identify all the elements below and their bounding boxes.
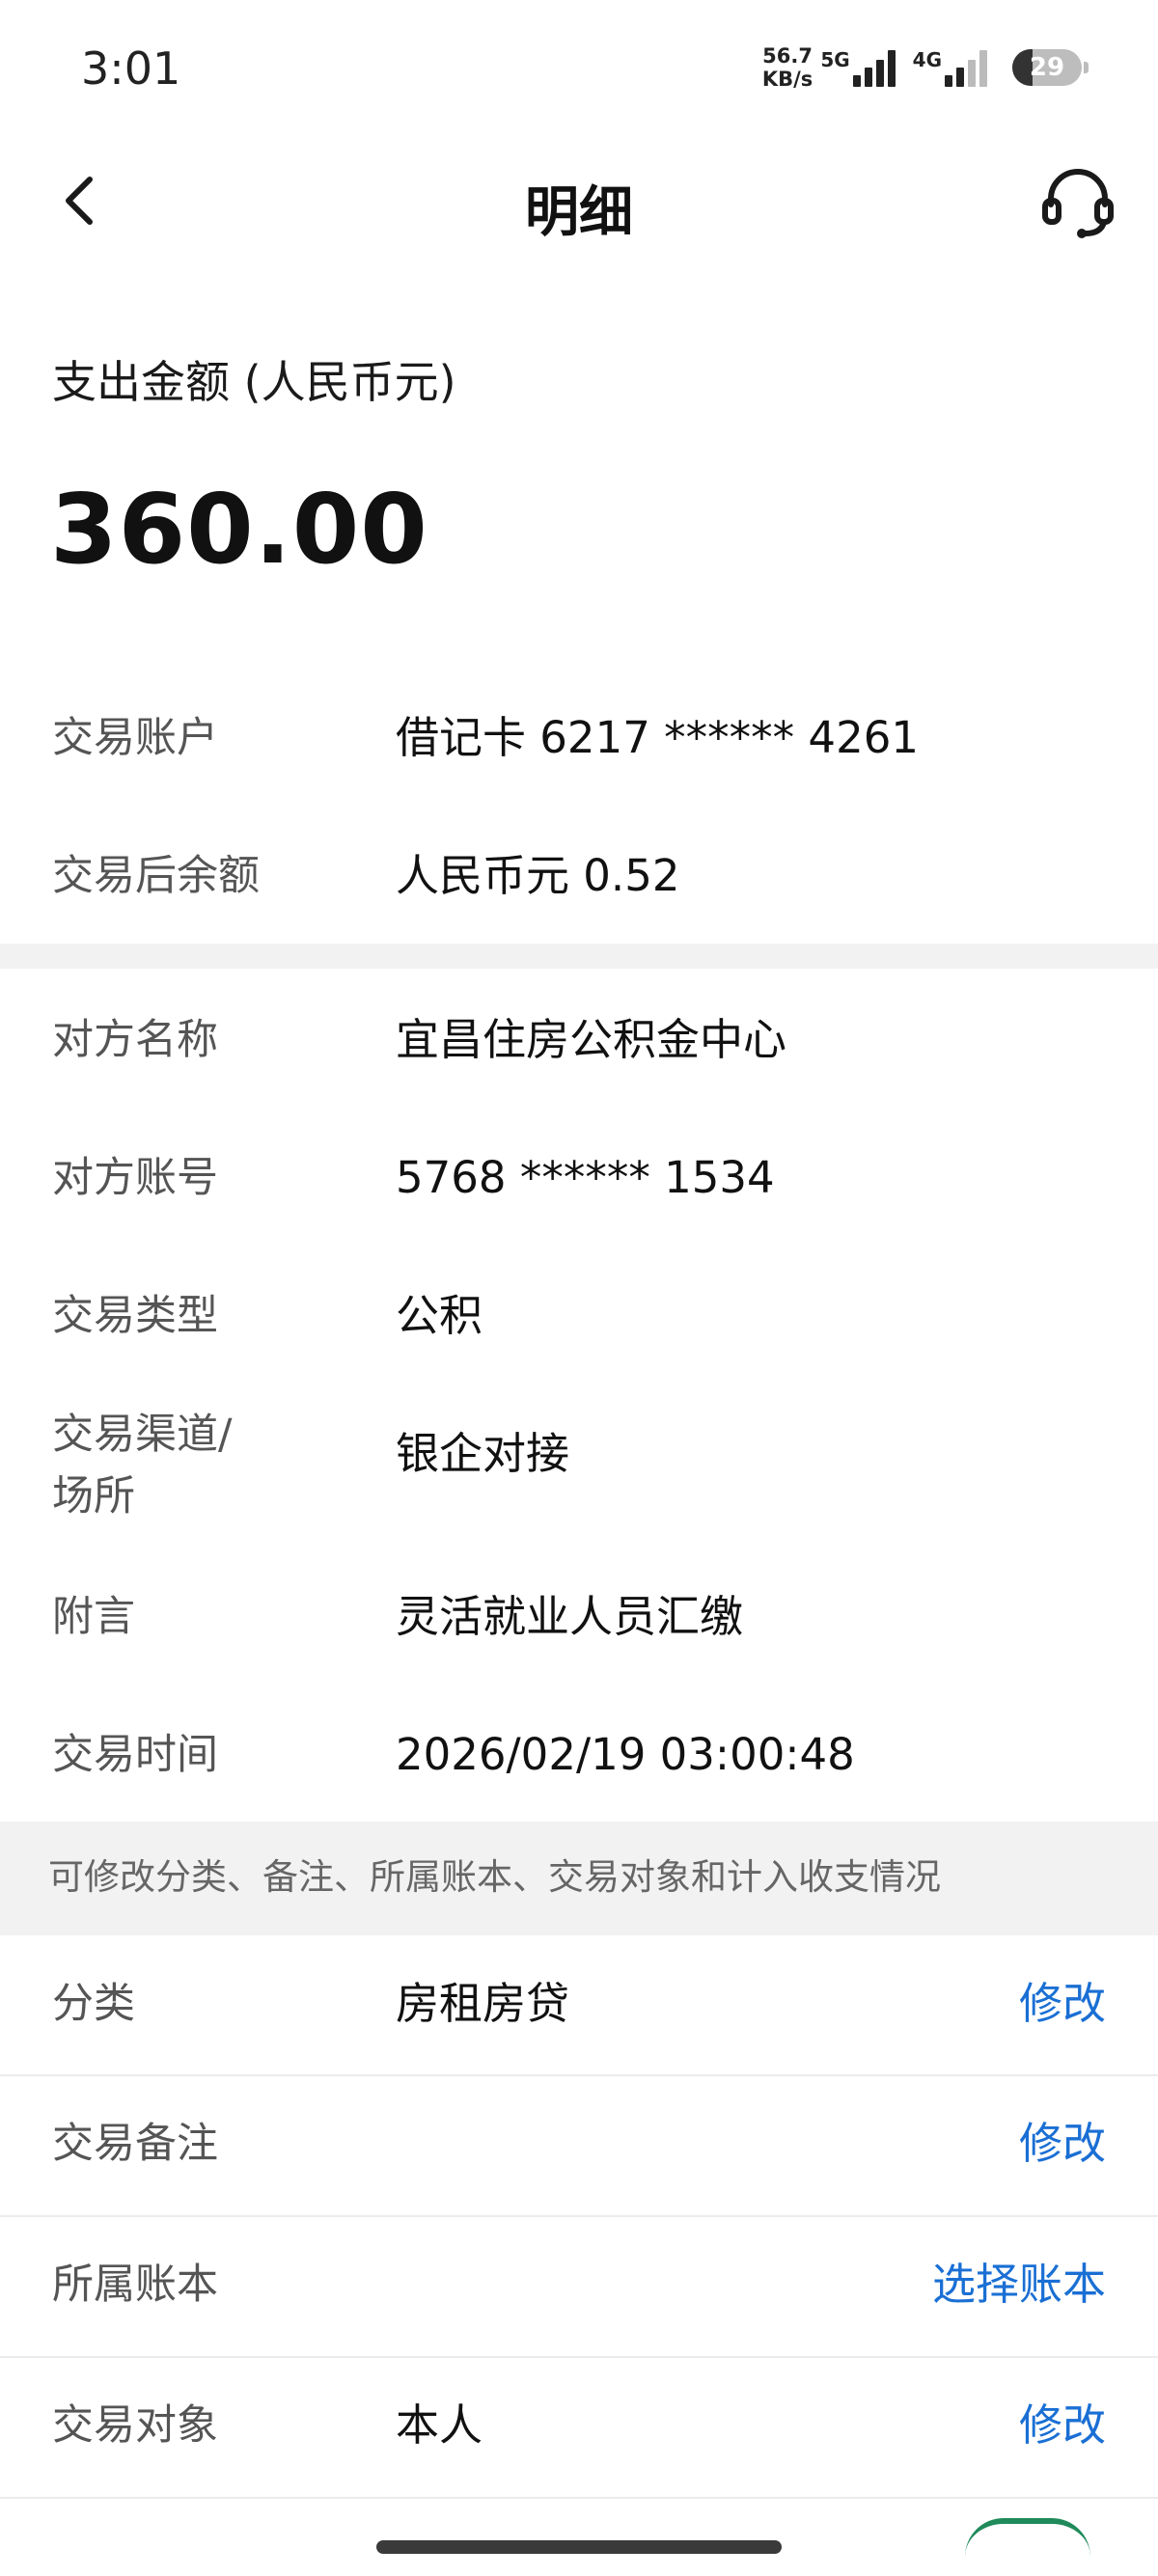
row-divider [0, 2074, 1158, 2076]
battery-icon: 29 [1012, 49, 1082, 86]
header-bar: 明细 [0, 140, 1158, 265]
detail-row-payee-account: 对方账号 5768 ****** 1534 [0, 1147, 1158, 1209]
row-divider [0, 2356, 1158, 2358]
transaction-detail-page: 3:01 56.7 KB/s 5G 4G 29 明细 支出金额 (人民币元) 3… [0, 0, 1158, 2576]
detail-label: 对方账号 [52, 1154, 218, 1202]
detail-row-account: 交易账户 借记卡 6217 ****** 4261 [0, 707, 1158, 769]
network-4g-label: 4G [912, 48, 942, 71]
row-divider [0, 2497, 1158, 2499]
network-speed-value: 56.7 [762, 44, 813, 68]
editable-row-category: 分类 房租房贷 修改 [0, 1973, 1158, 2035]
detail-row-time: 交易时间 2026/02/19 03:00:48 [0, 1724, 1158, 1786]
section-separator [0, 944, 1158, 969]
select-ledger-button[interactable]: 选择账本 [932, 2254, 1106, 2316]
detail-label-line2: 场所 [52, 1472, 135, 1521]
detail-label: 附言 [52, 1593, 135, 1641]
status-time: 3:01 [81, 42, 181, 95]
detail-value: 人民币元 0.52 [396, 850, 680, 901]
edit-note-button[interactable]: 修改 [1019, 2113, 1106, 2175]
editable-row-note: 交易备注 修改 [0, 2113, 1158, 2175]
network-speed: 56.7 KB/s [762, 44, 813, 91]
customer-service-button[interactable] [1036, 161, 1119, 244]
detail-row-memo: 附言 灵活就业人员汇缴 [0, 1586, 1158, 1648]
amount-value: 360.00 [50, 473, 428, 586]
detail-label: 交易类型 [52, 1292, 218, 1340]
edit-category-button[interactable]: 修改 [1019, 1973, 1106, 2035]
detail-label: 交易账户 [52, 714, 218, 762]
detail-value: 银企对接 [396, 1428, 570, 1479]
editable-value: 房租房贷 [396, 1978, 570, 2029]
editable-row-ledger: 所属账本 选择账本 [0, 2254, 1158, 2316]
editable-label: 交易备注 [52, 2120, 218, 2168]
editable-value: 本人 [396, 2399, 483, 2451]
toggle-switch-peek[interactable] [965, 2518, 1090, 2557]
detail-label: 交易时间 [52, 1731, 218, 1779]
detail-value: 2026/02/19 03:00:48 [396, 1729, 855, 1780]
signal-bars-5g-icon [852, 48, 899, 87]
editable-label: 分类 [52, 1980, 135, 2028]
network-4g: 4G [913, 48, 991, 87]
detail-label: 对方名称 [52, 1016, 218, 1064]
detail-value: 灵活就业人员汇缴 [396, 1591, 744, 1642]
network-5g-label: 5G [820, 48, 850, 71]
detail-value: 5768 ****** 1534 [396, 1152, 775, 1203]
detail-row-balance: 交易后余额 人民币元 0.52 [0, 845, 1158, 907]
edit-hint-banner: 可修改分类、备注、所属账本、交易对象和计入收支情况 [0, 1822, 1158, 1935]
detail-label: 交易后余额 [52, 852, 260, 900]
edit-counterparty-button[interactable]: 修改 [1019, 2395, 1106, 2456]
editable-row-counterparty: 交易对象 本人 修改 [0, 2395, 1158, 2456]
amount-label: 支出金额 (人民币元) [52, 356, 456, 408]
battery-tip [1084, 62, 1089, 73]
detail-label-line1: 交易渠道/ [52, 1411, 233, 1459]
battery-level: 29 [1029, 53, 1065, 82]
detail-value: 宜昌住房公积金中心 [396, 1014, 787, 1065]
status-indicators: 56.7 KB/s 5G 4G 29 [762, 39, 1089, 96]
page-title: 明细 [525, 181, 633, 244]
detail-row-payee-name: 对方名称 宜昌住房公积金中心 [0, 1009, 1158, 1071]
row-divider [0, 2215, 1158, 2217]
edit-hint-text: 可修改分类、备注、所属账本、交易对象和计入收支情况 [48, 1856, 941, 1898]
editable-label: 所属账本 [52, 2261, 218, 2309]
headset-icon [1042, 169, 1114, 238]
status-bar: 3:01 56.7 KB/s 5G 4G 29 [0, 0, 1158, 140]
home-indicator[interactable] [376, 2540, 782, 2554]
detail-row-channel: 交易渠道/ 场所 银企对接 [0, 1404, 1158, 1527]
detail-value: 公积 [396, 1290, 483, 1341]
editable-label: 交易对象 [52, 2401, 218, 2450]
detail-row-type: 交易类型 公积 [0, 1285, 1158, 1347]
network-speed-unit: KB/s [761, 68, 813, 91]
detail-value: 借记卡 6217 ****** 4261 [396, 712, 919, 763]
signal-bars-4g-icon [945, 48, 991, 87]
network-5g: 5G [820, 48, 898, 87]
